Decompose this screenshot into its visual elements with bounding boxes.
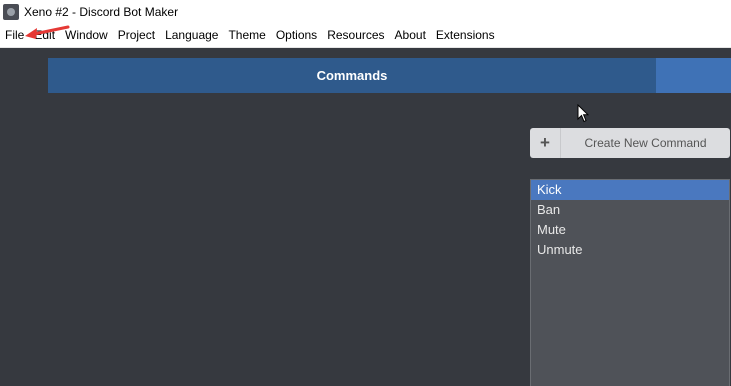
command-list[interactable]: Kick Ban Mute Unmute: [530, 179, 730, 386]
create-new-command-label: Create New Command: [584, 136, 707, 150]
menu-resources[interactable]: Resources: [322, 23, 389, 48]
window-title: Xeno #2 - Discord Bot Maker: [24, 4, 179, 19]
list-item-kick[interactable]: Kick: [531, 180, 729, 200]
menu-language[interactable]: Language: [160, 23, 223, 48]
plus-icon: +: [530, 128, 561, 158]
title-bar: Xeno #2 - Discord Bot Maker: [0, 0, 731, 23]
menu-about[interactable]: About: [390, 23, 431, 48]
menu-project[interactable]: Project: [113, 23, 160, 48]
mouse-cursor-icon: [577, 104, 589, 123]
list-item-ban[interactable]: Ban: [531, 200, 729, 220]
app-icon: [3, 3, 19, 20]
menu-bar: File Edit Window Project Language Theme …: [0, 23, 731, 48]
menu-options[interactable]: Options: [271, 23, 322, 48]
tab-commands[interactable]: Commands: [48, 58, 656, 93]
create-new-command-button[interactable]: + Create New Command: [530, 128, 730, 158]
tab-bar: Commands: [48, 58, 731, 93]
menu-extensions[interactable]: Extensions: [431, 23, 500, 48]
menu-theme[interactable]: Theme: [223, 23, 270, 48]
annotation-arrow-icon: [25, 25, 70, 39]
list-item-mute[interactable]: Mute: [531, 220, 729, 240]
tab-secondary[interactable]: [656, 58, 731, 93]
list-item-unmute[interactable]: Unmute: [531, 240, 729, 260]
